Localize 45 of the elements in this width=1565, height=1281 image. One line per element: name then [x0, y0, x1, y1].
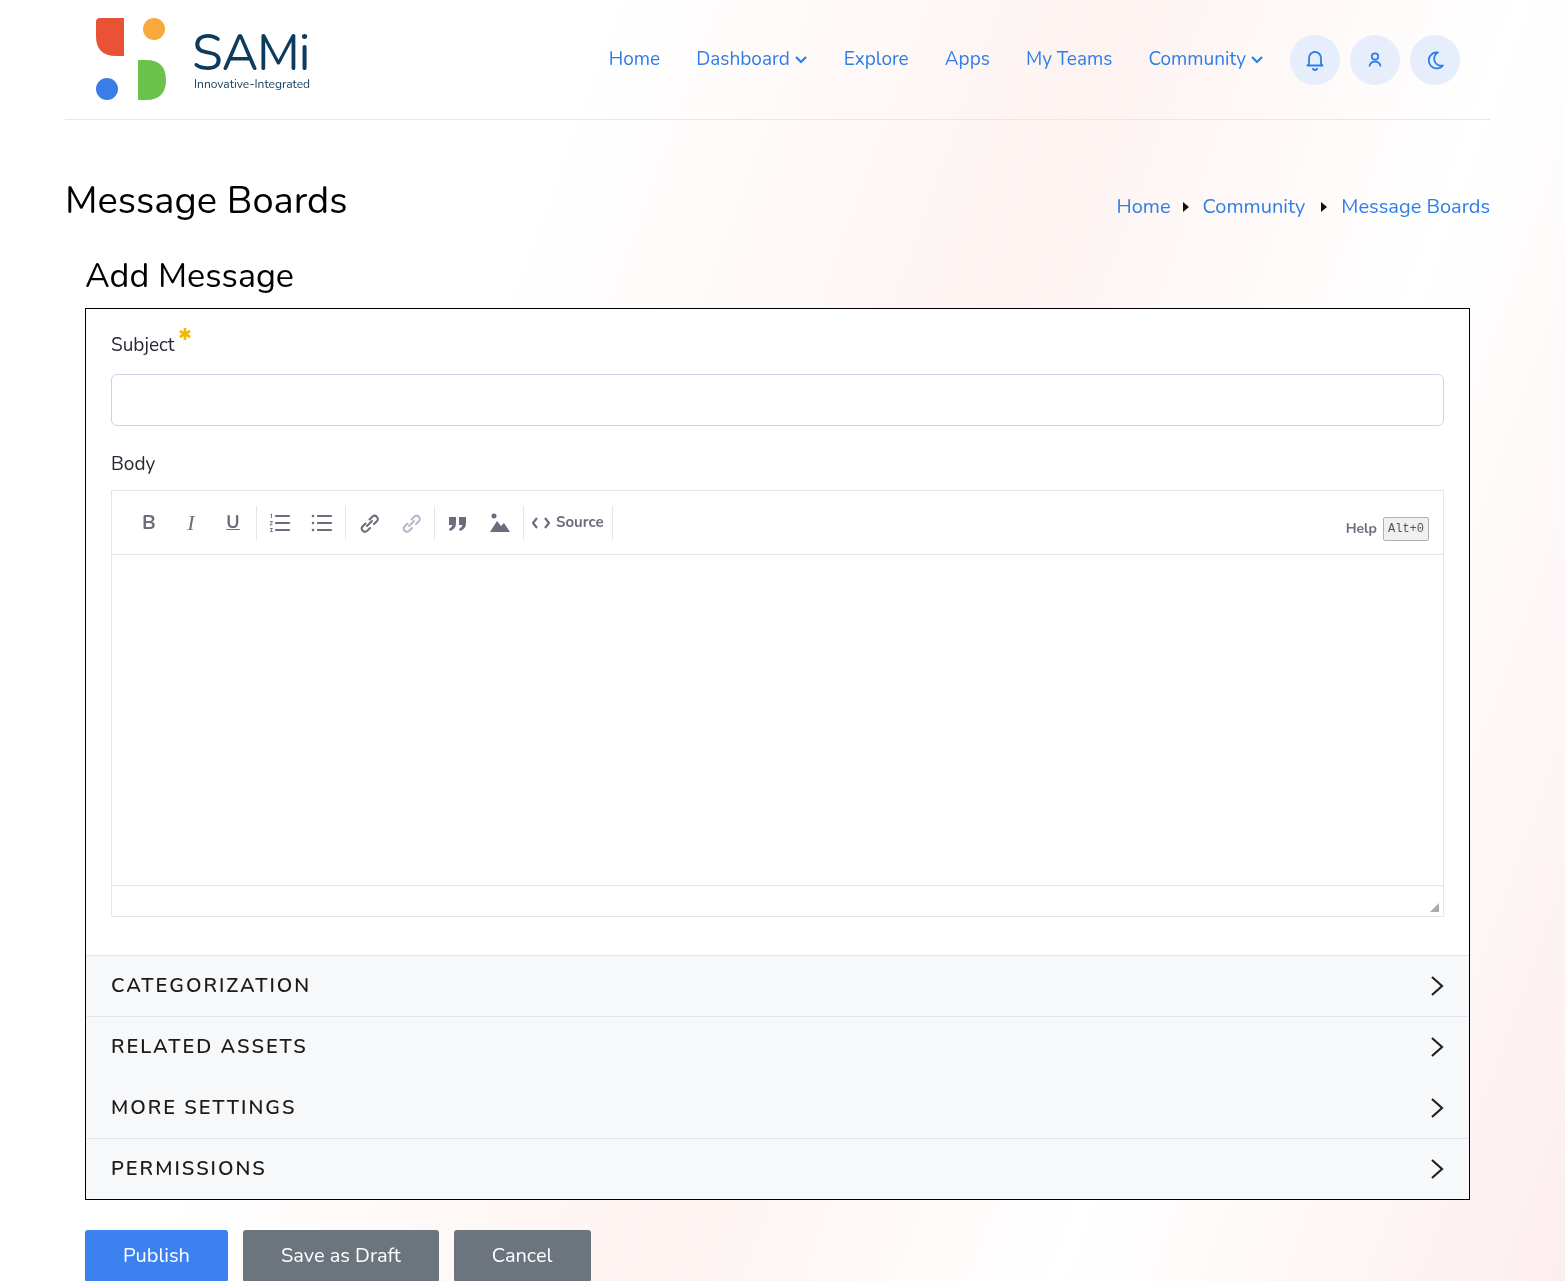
- secondary-button[interactable]: Save as Draft: [242, 1230, 439, 1281]
- italic-button[interactable]: I: [172, 505, 210, 540]
- collapsible-section-header[interactable]: RELATED ASSETS: [86, 1016, 1469, 1077]
- primary-button[interactable]: Publish: [85, 1230, 228, 1281]
- nav-link[interactable]: Dashboard: [696, 45, 808, 74]
- collapsible-section-header[interactable]: CATEGORIZATION: [86, 955, 1469, 1016]
- help-label: Help: [1345, 518, 1377, 539]
- collapsible-section-header[interactable]: MORE SETTINGS: [86, 1077, 1469, 1138]
- logo-tagline: Innovative-Integrated: [194, 77, 311, 90]
- chevron-right-icon: [1430, 1096, 1444, 1119]
- notifications-button[interactable]: [1290, 34, 1340, 85]
- chevron-right-icon: [1430, 975, 1444, 997]
- secondary-button[interactable]: Cancel: [453, 1230, 591, 1281]
- breadcrumb-link[interactable]: Community: [1202, 192, 1306, 222]
- chevron-down-icon: [1250, 54, 1264, 65]
- code-icon: [532, 516, 550, 529]
- nav-link[interactable]: Apps: [944, 45, 990, 74]
- underline-button[interactable]: U: [214, 505, 252, 540]
- image-icon: [489, 511, 511, 534]
- form-title: Add Message: [85, 256, 295, 296]
- chevron-down-icon: [793, 54, 808, 65]
- caret-right-icon: [1321, 202, 1328, 212]
- logo-text: SAMi: [192, 29, 311, 78]
- chevron-right-icon: [1430, 1158, 1444, 1180]
- resize-handle-icon[interactable]: [1430, 903, 1439, 912]
- shortcut-key: Alt+0: [1383, 516, 1429, 541]
- nav-link[interactable]: My Teams: [1025, 45, 1113, 74]
- source-button[interactable]: Source: [528, 505, 608, 540]
- field-label: Subject: [111, 331, 175, 360]
- nav-link[interactable]: Explore: [843, 45, 909, 74]
- chevron-right-icon: [1430, 1036, 1444, 1058]
- breadcrumb-link[interactable]: Message Boards: [1341, 192, 1490, 222]
- bold-button[interactable]: B: [130, 505, 168, 540]
- breadcrumb-link[interactable]: Home: [1116, 192, 1171, 222]
- caret-right-icon: [1182, 202, 1189, 212]
- subject-input[interactable]: [111, 373, 1444, 426]
- nav-link[interactable]: Home: [608, 45, 661, 74]
- page-title: Message Boards: [65, 178, 348, 224]
- numbered-list-icon: [269, 511, 291, 534]
- field-label: Body: [111, 449, 157, 478]
- theme-button[interactable]: [1410, 34, 1460, 85]
- user-button[interactable]: [1350, 34, 1400, 85]
- logo-icon: [96, 17, 168, 102]
- collapsible-section-header[interactable]: PERMISSIONS: [86, 1138, 1469, 1199]
- nav-link[interactable]: Community: [1148, 45, 1264, 74]
